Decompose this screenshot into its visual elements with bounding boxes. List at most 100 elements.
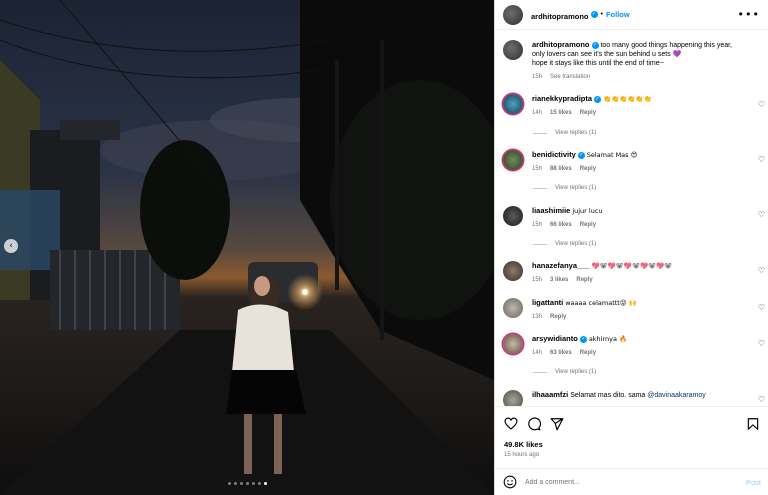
reply-button[interactable]: Reply [580,165,596,174]
commenter-avatar[interactable] [503,298,523,318]
reply-button[interactable]: Reply [580,109,596,118]
comment-meta: 13h Reply [532,313,763,322]
comment-username[interactable]: ligattanti [532,298,563,307]
chevron-left-icon: ‹ [9,241,13,251]
comment-body: liaashimiie jujur lucu 15h 66 likes Repl… [532,206,763,230]
comment-meta: 15h 3 likes Reply [532,276,763,285]
carousel-dot [258,482,261,485]
photo-scene [0,0,494,495]
commenter-avatar[interactable] [503,150,523,170]
reply-button[interactable]: Reply [576,276,592,285]
comment-time: 15h [532,166,543,172]
comment-item: rianekkypradipta ✓ 👏👏👏👏👏👏 14h 15 likes Re… [503,94,763,118]
comment-meta: 14h 63 likes Reply [532,349,763,358]
like-comment-heart-icon[interactable]: ♡ [758,339,765,348]
comment-username[interactable]: hanazefanya___ [532,261,590,270]
comment-item: arsywidianto ✓ akhirnya 🔥 14h 63 likes Re… [503,334,763,358]
view-replies-label: View replies (1) [555,241,597,247]
post-panel: ardhitopramono ✓ • Follow ••• ardhitopram… [494,0,768,495]
heart-icon[interactable] [504,417,518,431]
view-replies-button[interactable]: View replies (1) [533,185,596,191]
caption-time: 15h [532,74,543,80]
commenter-avatar[interactable] [503,334,523,354]
like-comment-heart-icon[interactable]: ♡ [758,210,765,219]
comment-time: 15h [532,222,543,228]
view-replies-button[interactable]: View replies (1) [533,130,596,136]
see-translation-link[interactable]: See translation [550,73,590,82]
author-avatar[interactable] [503,4,523,25]
caption-username[interactable]: ardhitopramono [532,40,590,49]
comment-likes[interactable]: 15 likes [550,109,572,118]
carousel-dot [264,482,267,485]
more-horizontal-icon[interactable]: ••• [738,8,760,21]
comment-item: benidictivity ✓ Selamat Mas 😍 15h 88 like… [503,150,763,174]
replies-divider [533,187,547,189]
like-comment-heart-icon[interactable]: ♡ [758,395,765,404]
commenter-avatar[interactable] [503,206,523,226]
comment-username[interactable]: rianekkypradipta [532,94,592,103]
comment-item: hanazefanya___ 💖🐨💖🐨💖🐨💖🐨💖🐨 15h 3 likes Re… [503,261,763,285]
carousel-prev-button[interactable]: ‹ [4,239,18,253]
caption-body: ardhitopramono ✓ too many good things hap… [532,40,763,82]
carousel-dot [240,482,243,485]
reply-button[interactable]: Reply [550,313,566,322]
follow-button[interactable]: Follow [606,10,630,19]
comment-username[interactable]: arsywidianto [532,334,578,343]
like-comment-heart-icon[interactable]: ♡ [758,266,765,275]
carousel-dots [228,482,267,485]
likes-count[interactable]: 49.8K likes [504,440,760,449]
comment-body: rianekkypradipta ✓ 👏👏👏👏👏👏 14h 15 likes Re… [532,94,763,118]
comment-username[interactable]: benidictivity [532,150,576,159]
share-paper-plane-icon[interactable] [550,417,564,431]
like-comment-heart-icon[interactable]: ♡ [758,100,765,109]
caption-avatar[interactable] [503,40,523,60]
comment-likes[interactable]: 66 likes [550,221,572,230]
carousel-dot [234,482,237,485]
comments-list: ardhitopramono ✓ too many good things hap… [495,34,768,406]
post-photo: ‹ [0,0,494,495]
verified-badge-icon: ✓ [590,10,598,18]
caption: ardhitopramono ✓ too many good things hap… [503,40,763,82]
caption-line-3: hope it stays like this until the end of… [532,60,664,67]
comment-body: ilhaaamfzi Selamat mas dito. sama @davin… [532,390,763,406]
comment-time: 14h [532,350,543,356]
verified-badge-icon: ✓ [579,335,587,343]
comment-body: benidictivity ✓ Selamat Mas 😍 15h 88 like… [532,150,763,174]
comment-username[interactable]: liaashimiie [532,206,570,215]
reply-button[interactable]: Reply [580,349,596,358]
caption-meta: 15h See translation [532,73,763,82]
emoji-smiley-icon[interactable] [503,475,517,489]
commenter-avatar[interactable] [503,94,523,114]
comment-meta: 15h 88 likes Reply [532,165,763,174]
bookmark-icon[interactable] [746,417,760,431]
post-timestamp: 15 hours ago [504,452,540,458]
comment-likes[interactable]: 88 likes [550,165,572,174]
comment-likes[interactable]: 63 likes [550,349,572,358]
comment-text: Selamat mas dito. sama [570,392,648,399]
comment-body: arsywidianto ✓ akhirnya 🔥 14h 63 likes Re… [532,334,763,358]
comment-text: akhirnya 🔥 [588,335,628,343]
author-username[interactable]: ardhitopramono [531,12,589,21]
follow-separator: • [600,11,603,18]
comment-likes[interactable]: 3 likes [550,276,568,285]
comment-username[interactable]: ilhaaamfzi [532,390,568,399]
action-icons [504,415,760,433]
like-comment-heart-icon[interactable]: ♡ [758,303,765,312]
view-replies-label: View replies (1) [555,130,597,136]
carousel-dot [228,482,231,485]
commenter-avatar[interactable] [503,261,523,281]
post-actions: 49.8K likes 15 hours ago [495,406,768,458]
view-replies-button[interactable]: View replies (1) [533,369,596,375]
view-replies-button[interactable]: View replies (1) [533,241,596,247]
comment-mention-link[interactable]: @davinaakaramoy [647,392,705,399]
replies-divider [533,132,547,134]
post-comment-button[interactable]: Post [746,478,761,487]
reply-button[interactable]: Reply [580,221,596,230]
comment-time: 13h [532,314,543,320]
comment-bubble-icon[interactable] [527,417,541,431]
commenter-avatar[interactable] [503,390,523,406]
like-comment-heart-icon[interactable]: ♡ [758,155,765,164]
carousel-dot [246,482,249,485]
comment-input[interactable] [525,478,746,486]
carousel-dot [252,482,255,485]
